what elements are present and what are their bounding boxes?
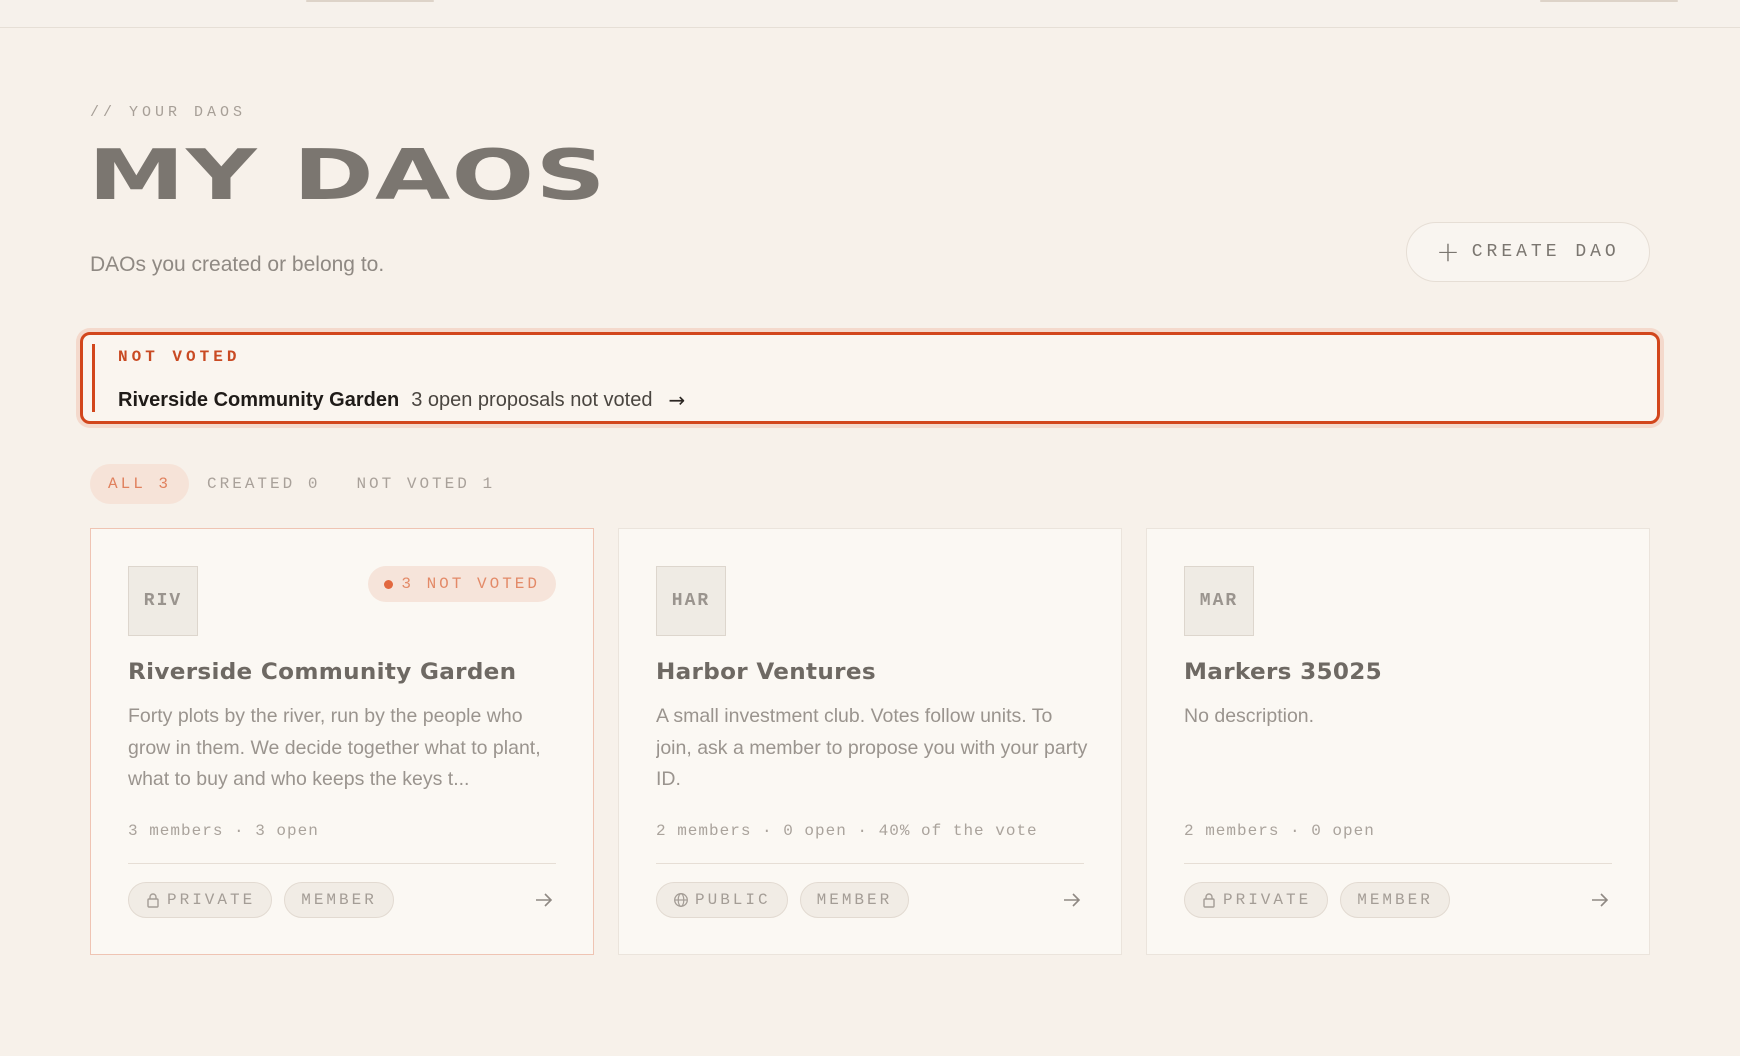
dao-description: No description.	[1184, 705, 1315, 727]
role-tag: MEMBER	[284, 882, 394, 918]
plus-icon: +	[1436, 235, 1460, 268]
arrow-right-icon[interactable]: →	[668, 388, 685, 412]
dao-stats: 3 members · 3 open	[128, 822, 319, 840]
visibility-label: PRIVATE	[1223, 891, 1312, 909]
filter-tab-not-voted[interactable]: NOT VOTED 1	[338, 464, 513, 504]
alert-label: NOT VOTED	[118, 348, 241, 366]
not-voted-alert[interactable]: NOT VOTED Riverside Community Garden 3 o…	[80, 332, 1660, 424]
dao-card-harbor[interactable]: HAR Harbor Ventures A small investment c…	[618, 528, 1122, 955]
nav-stub-left	[306, 0, 434, 2]
visibility-tag: PRIVATE	[1184, 882, 1329, 918]
globe-icon	[674, 893, 688, 907]
dao-name: Riverside Community Garden	[128, 660, 517, 685]
dao-stats: 2 members · 0 open	[1184, 822, 1375, 840]
dao-tags: PUBLIC MEMBER	[656, 882, 910, 918]
card-divider	[656, 863, 1084, 864]
dao-avatar: RIV	[128, 566, 198, 636]
alert-dao-name: Riverside Community Garden	[118, 388, 400, 411]
filter-tab-created[interactable]: CREATED 0	[189, 464, 338, 504]
visibility-tag: PRIVATE	[128, 882, 273, 918]
create-dao-label: CREATE DAO	[1471, 242, 1620, 262]
visibility-tag: PUBLIC	[656, 882, 788, 918]
dao-stats: 2 members · 0 open · 40% of the vote	[656, 822, 1038, 840]
alert-accent-bar	[92, 344, 95, 412]
page-title: MY DAOS	[88, 133, 607, 216]
dao-name: Markers 35025	[1184, 660, 1383, 685]
dao-name: Harbor Ventures	[656, 660, 876, 685]
dao-tags: PRIVATE MEMBER	[1184, 882, 1450, 918]
top-navbar	[0, 0, 1740, 28]
nav-stub-right	[1540, 0, 1678, 2]
filter-tabs: ALL 3 CREATED 0 NOT VOTED 1	[90, 464, 513, 504]
arrow-right-icon[interactable]	[1588, 884, 1612, 916]
dao-card-markers[interactable]: MAR Markers 35025 No description. 2 memb…	[1146, 528, 1650, 955]
alert-line: Riverside Community Garden 3 open propos…	[118, 388, 685, 412]
visibility-label: PRIVATE	[167, 891, 256, 909]
arrow-right-icon[interactable]	[1060, 884, 1084, 916]
dao-description: A small investment club. Votes follow un…	[656, 705, 1088, 790]
page-subtitle: DAOs you created or belong to.	[90, 253, 385, 276]
role-tag: MEMBER	[1340, 882, 1450, 918]
dao-avatar: MAR	[1184, 566, 1254, 636]
card-divider	[128, 863, 556, 864]
section-eyebrow: // YOUR DAOS	[90, 104, 247, 121]
dao-description: Forty plots by the river, run by the peo…	[128, 705, 541, 790]
visibility-label: PUBLIC	[695, 891, 771, 909]
dot-icon	[384, 579, 394, 589]
not-voted-badge: 3 NOT VOTED	[368, 566, 556, 602]
role-tag: MEMBER	[799, 882, 910, 918]
filter-tab-all[interactable]: ALL 3	[90, 464, 190, 504]
dao-avatar: HAR	[656, 566, 726, 636]
arrow-right-icon[interactable]	[532, 884, 556, 916]
lock-icon	[1203, 893, 1215, 908]
dao-card-riverside[interactable]: RIV 3 NOT VOTED Riverside Community Gard…	[90, 528, 594, 955]
card-divider	[1184, 863, 1612, 864]
not-voted-badge-label: 3 NOT VOTED	[401, 575, 540, 593]
create-dao-button[interactable]: + CREATE DAO	[1406, 222, 1650, 282]
lock-icon	[147, 893, 159, 908]
dao-tags: PRIVATE MEMBER	[128, 882, 394, 918]
alert-message: 3 open proposals not voted	[411, 388, 653, 411]
